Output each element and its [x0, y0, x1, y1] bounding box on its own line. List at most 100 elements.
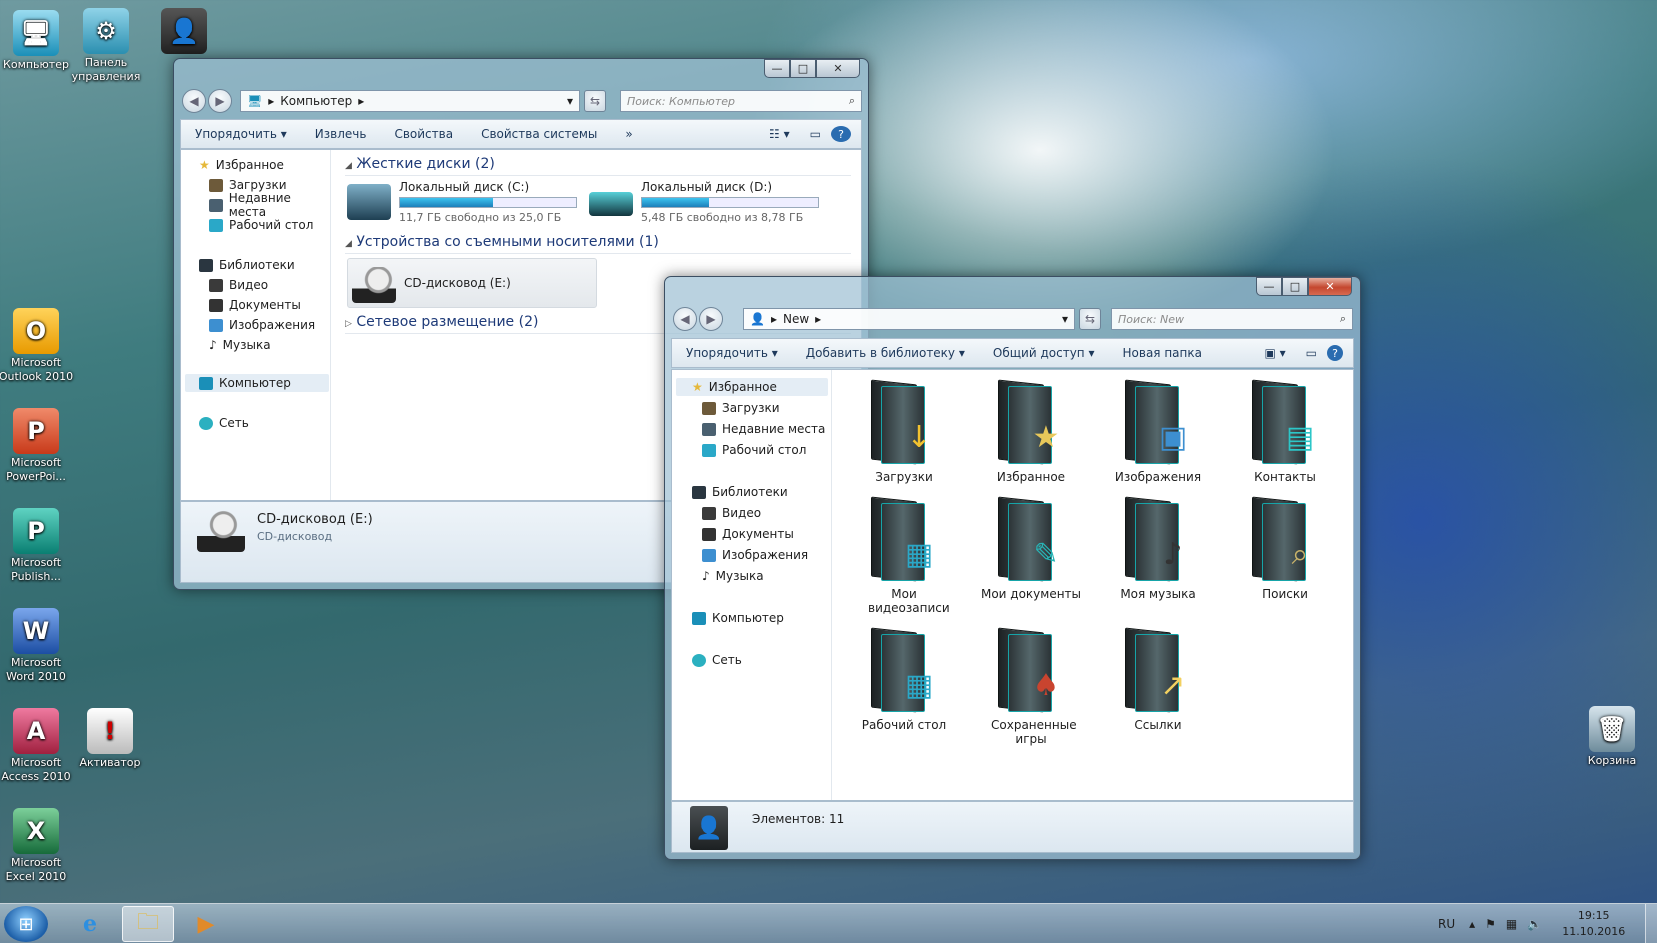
folder-links[interactable]: ↗ Ссылки [1098, 626, 1218, 732]
nav-libraries[interactable]: Библиотеки [692, 483, 788, 501]
taskbar-internet-explorer[interactable]: e [64, 906, 116, 942]
folder-icon: 🗀 [136, 910, 159, 935]
nav-music[interactable]: ♪ Музыка [209, 336, 271, 354]
nav-music[interactable]: ♪ Музыка [702, 567, 764, 585]
nav-desktop[interactable]: Рабочий стол [209, 216, 313, 234]
forward-button[interactable]: ▶ [699, 307, 723, 331]
desktop-icon-access[interactable]: A Microsoft Access 2010 [0, 708, 76, 784]
add-to-library-button[interactable]: Добавить в библиотеку ▾ [792, 346, 979, 360]
nav-recent-places[interactable]: Недавние места [702, 420, 825, 438]
desktop-icon-outlook[interactable]: O Microsoft Outlook 2010 [0, 308, 76, 384]
nav-documents[interactable]: Документы [209, 296, 301, 314]
folder-contacts[interactable]: ▤ Контакты [1225, 378, 1345, 484]
group-header-removable[interactable]: ◢ Устройства со съемными носителями (1) [345, 234, 851, 254]
minimize-button[interactable]: — [764, 59, 790, 78]
folder-my-videos[interactable]: ▦ Мои видеозаписи [844, 495, 964, 615]
folder-desktop[interactable]: ▦ Рабочий стол [844, 626, 964, 732]
forward-button[interactable]: ▶ [208, 89, 232, 113]
nav-pictures[interactable]: Изображения [702, 546, 808, 564]
nav-recent-places[interactable]: Недавние места [209, 191, 330, 219]
clock[interactable]: 19:15 11.10.2016 [1562, 908, 1625, 940]
breadcrumb-new[interactable]: New [783, 312, 809, 326]
desktop-icon-recycle-bin[interactable]: 🗑 Корзина [1572, 706, 1652, 768]
share-button[interactable]: Общий доступ ▾ [979, 346, 1109, 360]
close-button[interactable]: ✕ [816, 59, 860, 78]
eject-button[interactable]: Извлечь [301, 127, 381, 141]
nav-video[interactable]: Видео [702, 504, 761, 522]
close-button[interactable]: ✕ [1308, 277, 1352, 296]
breadcrumb-separator-icon: ▸ [770, 312, 777, 326]
organize-button[interactable]: Упорядочить ▾ [181, 127, 301, 141]
folder-my-documents[interactable]: ✎ Мои документы [971, 495, 1091, 601]
network-tray-icon[interactable]: ▦ [1506, 917, 1517, 931]
search-input[interactable]: Поиск: Компьютер ⌕ [620, 90, 862, 112]
nav-favorites[interactable]: ★ Избранное [199, 156, 284, 174]
folder-searches[interactable]: ⌕ Поиски [1225, 495, 1345, 601]
more-button[interactable]: » [611, 127, 646, 141]
desktop-icon-activator[interactable]: ! Активатор [70, 708, 150, 770]
folder-saved-games[interactable]: ♠ Сохраненные игры [971, 626, 1091, 746]
desktop-icon-computer[interactable]: 🖥 Компьютер [0, 10, 76, 72]
taskbar-media-player[interactable]: ▶ [180, 906, 232, 942]
minimize-button[interactable]: — [1256, 277, 1282, 296]
help-icon[interactable]: ? [1327, 345, 1343, 361]
drive-c[interactable]: Локальный диск (C:) 11,7 ГБ свободно из … [347, 180, 583, 224]
organize-button[interactable]: Упорядочить ▾ [672, 346, 792, 360]
address-bar[interactable]: 🖥 ▸ Компьютер ▸ ▾ [240, 90, 580, 112]
back-button[interactable]: ◀ [673, 307, 697, 331]
nav-favorites[interactable]: ★ Избранное [676, 378, 828, 396]
desktop-icon-control-panel[interactable]: ⚙ Панель управления [66, 8, 146, 84]
nav-video[interactable]: Видео [209, 276, 268, 294]
maximize-button[interactable]: □ [1282, 277, 1308, 296]
breadcrumb-computer[interactable]: Компьютер [280, 94, 352, 108]
desktop-icon-user[interactable]: 👤 [144, 8, 224, 56]
nav-computer[interactable]: Компьютер [692, 609, 784, 627]
view-options-icon[interactable]: ▣ ▾ [1254, 346, 1295, 360]
new-folder-button[interactable]: Новая папка [1109, 346, 1216, 360]
preview-pane-icon[interactable]: ▭ [800, 127, 831, 141]
cd-drive-e[interactable]: CD-дисковод (E:) [347, 258, 597, 308]
nav-computer[interactable]: Компьютер [185, 374, 329, 392]
refresh-button[interactable]: ⇆ [1079, 308, 1101, 330]
address-bar[interactable]: 👤 ▸ New ▸ ▾ [743, 308, 1075, 330]
back-button[interactable]: ◀ [182, 89, 206, 113]
nav-desktop[interactable]: Рабочий стол [702, 441, 806, 459]
preview-pane-icon[interactable]: ▭ [1296, 346, 1327, 360]
maximize-button[interactable]: □ [790, 59, 816, 78]
start-button[interactable]: ⊞ [4, 906, 48, 942]
documents-icon [209, 298, 223, 312]
desktop-icon-publisher[interactable]: P Microsoft Publish... [0, 508, 76, 584]
show-hidden-icons-icon[interactable]: ▴ [1469, 917, 1475, 931]
chevron-down-icon[interactable]: ▾ [567, 94, 579, 108]
properties-button[interactable]: Свойства [380, 127, 467, 141]
nav-documents[interactable]: Документы [702, 525, 794, 543]
desktop-icon-excel[interactable]: X Microsoft Excel 2010 [0, 808, 76, 884]
folder-my-music[interactable]: ♪ Моя музыка [1098, 495, 1218, 601]
search-input[interactable]: Поиск: New ⌕ [1111, 308, 1353, 330]
folder-downloads[interactable]: ↓ Загрузки [844, 378, 964, 484]
nav-libraries[interactable]: Библиотеки [199, 256, 295, 274]
taskbar-explorer[interactable]: 🗀 [122, 906, 174, 942]
system-properties-button[interactable]: Свойства системы [467, 127, 611, 141]
nav-pictures[interactable]: Изображения [209, 316, 315, 334]
help-icon[interactable]: ? [831, 126, 851, 142]
libraries-icon [199, 258, 213, 272]
folder-label: Ссылки [1134, 718, 1182, 732]
nav-downloads[interactable]: Загрузки [702, 399, 780, 417]
desktop-icon-powerpoint[interactable]: P Microsoft PowerPoi... [0, 408, 76, 484]
desktop-icon-word[interactable]: W Microsoft Word 2010 [0, 608, 76, 684]
language-indicator[interactable]: RU [1438, 917, 1455, 931]
show-desktop-button[interactable] [1645, 904, 1657, 943]
nav-network[interactable]: Сеть [199, 414, 249, 432]
chevron-down-icon[interactable]: ▾ [1062, 312, 1074, 326]
folder-favorites[interactable]: ★ Избранное [971, 378, 1091, 484]
drive-d[interactable]: Локальный диск (D:) 5,48 ГБ свободно из … [589, 180, 825, 224]
volume-icon[interactable]: 🔈 [1527, 917, 1542, 931]
refresh-button[interactable]: ⇆ [584, 90, 606, 112]
action-center-flag-icon[interactable]: ⚑ [1485, 917, 1496, 931]
group-header-hard-drives[interactable]: ◢ Жесткие диски (2) [345, 156, 851, 176]
folder-pictures[interactable]: ▣ Изображения [1098, 378, 1218, 484]
drive-free-space: 5,48 ГБ свободно из 8,78 ГБ [641, 211, 804, 224]
nav-network[interactable]: Сеть [692, 651, 742, 669]
view-options-icon[interactable]: ☷ ▾ [759, 127, 800, 141]
